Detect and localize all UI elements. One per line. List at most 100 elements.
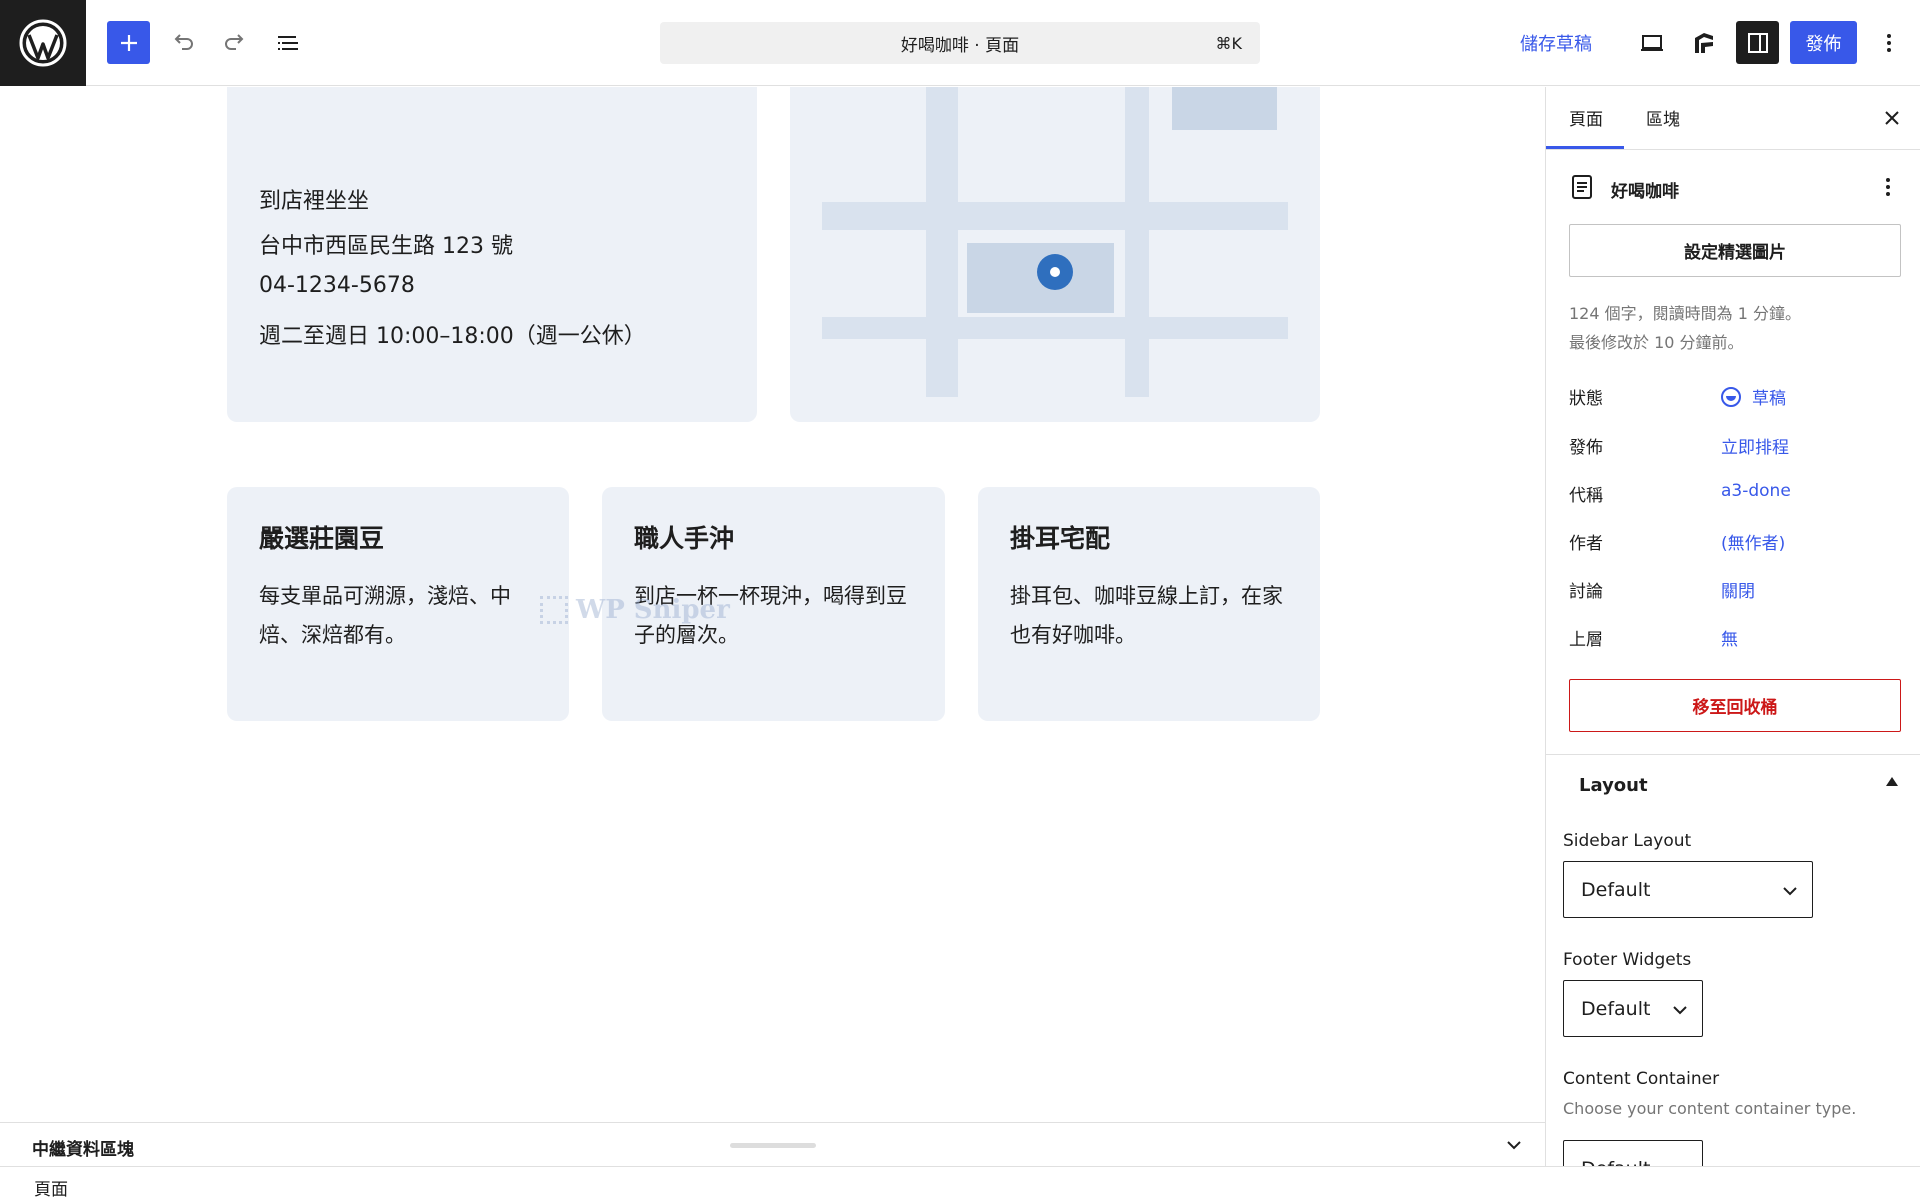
feature-title: 掛耳宅配 [1010,524,1111,553]
contact-phone: 04-1234-5678 [259,273,415,298]
wordpress-logo-icon[interactable] [0,0,86,86]
settings-sidebar-toggle[interactable] [1736,21,1779,64]
parent-value[interactable]: 無 [1721,625,1738,650]
property-discussion: 討論 關閉 [1569,577,1899,603]
property-label: 上層 [1569,630,1603,650]
save-draft-button[interactable]: 儲存草稿 [1520,30,1592,56]
document-title: 好喝咖啡 · 頁面 [900,35,1020,56]
block-inserter-button[interactable] [107,21,150,64]
chevron-up-icon[interactable] [1886,777,1898,786]
options-menu-button[interactable] [1870,24,1908,62]
editor-top-toolbar: 好喝咖啡 · 頁面 ⌘K 儲存草稿 發佈 [0,0,1920,86]
footer-widgets-label: Footer Widgets [1563,950,1692,970]
select-value: Default [1581,878,1651,901]
feature-card[interactable]: 嚴選莊園豆 每支單品可溯源，淺焙、中焙、深焙都有。 [227,487,569,721]
last-modified: 最後修改於 10 分鐘前。 [1569,333,1744,352]
map-road [822,317,1288,339]
resize-handle[interactable] [730,1143,816,1148]
property-label: 代稱 [1569,486,1603,506]
command-shortcut: ⌘K [1215,33,1243,53]
sidebar-tabs: 頁面 區塊 [1546,87,1920,150]
property-label: 作者 [1569,534,1603,554]
breadcrumb[interactable]: 頁面 [34,1175,68,1200]
slug-value[interactable]: a3-done [1721,481,1791,501]
status-value[interactable]: 草稿 [1721,384,1786,409]
feature-body: 每支單品可溯源，淺焙、中焙、深焙都有。 [259,584,511,647]
publish-button[interactable]: 發佈 [1790,21,1857,64]
sidebar-layout-label: Sidebar Layout [1563,831,1692,851]
chevron-down-icon[interactable] [1500,1131,1528,1159]
map-pin-icon [1037,254,1073,290]
meta-boxes-title: 中繼資料區塊 [32,1140,134,1160]
contact-card[interactable]: 到店裡坐坐 台中市西區民生路 123 號 04-1234-5678 週二至週日 … [227,87,757,422]
select-value: Default [1581,997,1651,1020]
editor-footer: 頁面 [0,1166,1920,1200]
property-label: 討論 [1569,582,1603,602]
plugin-icon [1695,33,1713,53]
content-container-select[interactable]: Default [1563,1140,1703,1166]
undo-icon [174,34,193,50]
watermark: WP Sniper [540,595,730,625]
tab-page[interactable]: 頁面 [1569,105,1603,130]
watermark-text: WP Sniper [576,595,730,625]
meta-boxes-panel[interactable]: 中繼資料區塊 [0,1122,1545,1166]
property-slug: 代稱 a3-done [1569,481,1899,507]
redo-icon [225,34,244,50]
feature-card[interactable]: 掛耳宅配 掛耳包、咖啡豆線上訂，在家也有好咖啡。 [978,487,1320,721]
draft-status-icon [1721,386,1741,407]
contact-hours: 週二至週日 10:00–18:00（週一公休） [259,324,646,349]
feature-title: 嚴選莊園豆 [259,524,385,553]
discussion-value[interactable]: 關閉 [1721,577,1755,602]
undo-button[interactable] [164,24,202,62]
more-vertical-icon[interactable] [1874,173,1902,201]
property-author: 作者 (無作者) [1569,529,1899,555]
page-icon [1572,175,1592,199]
feature-body: 掛耳包、咖啡豆線上訂，在家也有好咖啡。 [1010,584,1283,647]
move-to-trash-button[interactable]: 移至回收桶 [1569,679,1901,732]
set-featured-image-button[interactable]: 設定精選圖片 [1569,224,1901,277]
content-container-help: Choose your content container type. [1563,1099,1857,1118]
map-road [822,202,1288,230]
author-value[interactable]: (無作者) [1721,529,1785,554]
chevron-down-icon [1673,1006,1687,1015]
redo-button[interactable] [216,24,254,62]
property-label: 發佈 [1569,438,1603,458]
editor-canvas[interactable]: 到店裡坐坐 台中市西區民生路 123 號 04-1234-5678 週二至週日 … [0,87,1545,1122]
preview-button[interactable] [1633,24,1671,62]
document-name: 好喝咖啡 [1611,182,1679,202]
document-overview-button[interactable] [269,24,307,62]
desktop-preview-icon [1641,35,1663,51]
watermark-logo-icon [540,596,568,624]
contact-address: 台中市西區民生路 123 號 [259,234,513,259]
select-value: Default [1581,1158,1650,1167]
content-container-label: Content Container [1563,1069,1720,1089]
plugin-button[interactable] [1685,24,1723,62]
tab-block[interactable]: 區塊 [1646,105,1680,130]
command-palette-bar[interactable]: 好喝咖啡 · 頁面 ⌘K [660,22,1260,64]
plus-icon [120,34,137,51]
feature-title: 職人手沖 [634,524,735,553]
layout-panel-title[interactable]: Layout [1579,775,1648,796]
map-block [1172,87,1277,130]
property-status: 狀態 草稿 [1569,384,1899,410]
active-tab-indicator [1546,146,1624,149]
property-parent: 上層 無 [1569,625,1899,651]
word-count: 124 個字，閱讀時間為 1 分鐘。 [1569,304,1801,323]
map-road [1125,87,1149,397]
more-vertical-icon [1887,34,1891,52]
settings-sidebar: 頁面 區塊 好喝咖啡 設定精選圖片 124 個字，閱讀時間為 1 分鐘。 最後修… [1545,87,1920,1166]
property-label: 狀態 [1569,389,1603,409]
property-publish: 發佈 立即排程 [1569,433,1899,459]
contact-heading: 到店裡坐坐 [259,189,370,214]
list-view-icon [278,36,298,50]
sidebar-layout-select[interactable]: Default [1563,861,1813,918]
map-road [926,87,958,397]
chevron-down-icon [1783,887,1797,896]
publish-value[interactable]: 立即排程 [1721,433,1789,458]
document-summary: 好喝咖啡 [1569,173,1899,203]
divider [1546,754,1920,755]
status-text: 草稿 [1752,389,1786,409]
footer-widgets-select[interactable]: Default [1563,980,1703,1037]
close-icon[interactable] [1878,104,1906,132]
map-card[interactable] [790,87,1320,422]
